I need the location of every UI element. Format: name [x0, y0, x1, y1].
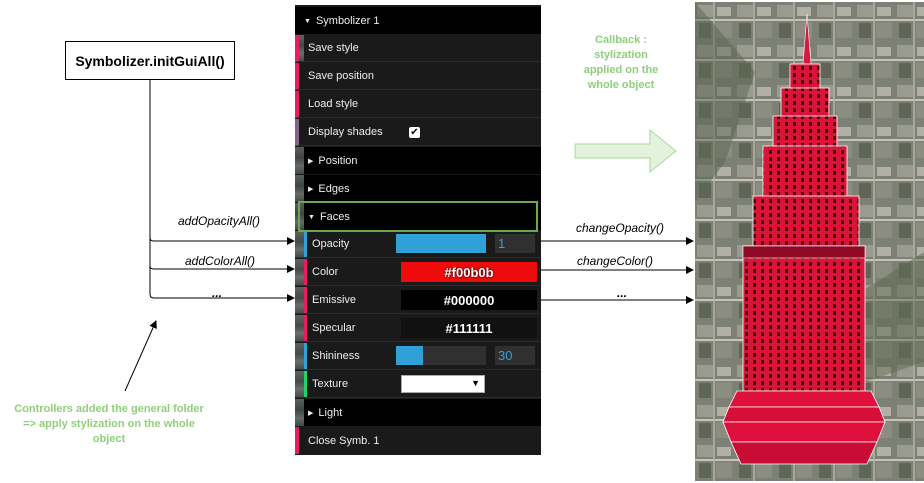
- display-shades-row: Display shades ✔: [295, 119, 541, 146]
- add-opacity-all-label: addOpacityAll(): [178, 214, 261, 228]
- map-strip: [295, 287, 304, 313]
- specular-input[interactable]: #111111: [401, 318, 537, 338]
- color-input[interactable]: #f00b0b: [401, 262, 537, 282]
- faces-folder[interactable]: ▼ Faces: [295, 203, 541, 230]
- light-folder[interactable]: ▶ Light: [295, 399, 541, 426]
- triangle-down-icon: ▼: [304, 17, 311, 25]
- triangle-right-icon: ▶: [308, 409, 314, 417]
- shininess-slider[interactable]: [396, 346, 486, 365]
- texture-row: Texture ▼: [295, 371, 541, 398]
- emissive-input[interactable]: #000000: [401, 290, 537, 310]
- symbolizer-title: Symbolizer 1: [315, 14, 380, 27]
- opacity-slider-fill: [396, 234, 486, 253]
- controllers-note: Controllers added the general folder => …: [14, 403, 204, 445]
- opacity-row: Opacity 1: [295, 231, 541, 258]
- building-render: [695, 2, 924, 481]
- color-row: Color #f00b0b: [295, 259, 541, 286]
- display-shades-checkbox[interactable]: ✔: [409, 127, 420, 138]
- add-color-all-label: addColorAll(): [185, 254, 256, 268]
- texture-select[interactable]: ▼: [401, 375, 485, 393]
- specular-label: Specular: [312, 322, 356, 334]
- map-strip: [295, 175, 304, 202]
- color-label: Color: [312, 266, 339, 278]
- display-shades-label: Display shades: [308, 126, 383, 138]
- change-opacity-label: changeOpacity(): [576, 221, 665, 235]
- position-folder[interactable]: ▶ Position: [295, 147, 541, 174]
- map-strip: [295, 231, 304, 257]
- map-strip: [295, 371, 304, 397]
- map-strip: [295, 343, 304, 369]
- map-strip: [295, 147, 304, 174]
- close-symbolizer-label: Close Symb. 1: [308, 434, 380, 447]
- map-strip: [295, 203, 304, 230]
- triangle-down-icon: ▼: [308, 213, 315, 221]
- light-folder-label: Light: [318, 406, 343, 419]
- save-style-button[interactable]: Save style: [295, 35, 541, 62]
- right-arrow-icon: [574, 128, 677, 174]
- opacity-input[interactable]: 1: [495, 234, 535, 253]
- faces-folder-label: Faces: [319, 210, 350, 223]
- aerial-3d-view: [695, 2, 924, 481]
- dropdown-arrow-icon: ▼: [471, 378, 480, 388]
- map-strip: [295, 399, 304, 426]
- load-style-button[interactable]: Load style: [295, 91, 541, 118]
- callback-note: Callback : stylization applied on the wh…: [583, 34, 659, 91]
- shininess-row: Shininess 30: [295, 343, 541, 370]
- change-more-label: ...: [617, 286, 628, 300]
- add-more-label: ...: [212, 286, 223, 300]
- emissive-row: Emissive #000000: [295, 287, 541, 314]
- load-style-label: Load style: [308, 98, 359, 110]
- texture-label: Texture: [312, 378, 349, 390]
- left-connectors: [124, 80, 295, 392]
- save-style-label: Save style: [308, 42, 359, 54]
- opacity-label: Opacity: [312, 238, 350, 250]
- change-color-label: changeColor(): [577, 254, 654, 268]
- shininess-input[interactable]: 30: [495, 346, 535, 365]
- edges-folder[interactable]: ▶ Edges: [295, 175, 541, 202]
- shininess-label: Shininess: [312, 350, 360, 362]
- save-position-label: Save position: [308, 70, 375, 82]
- map-strip: [295, 259, 304, 285]
- note-pointer-arrow: [124, 320, 157, 392]
- position-folder-label: Position: [318, 154, 358, 167]
- symbolizer-gui-panel: ▼ Symbolizer 1 Save style Save position L…: [295, 5, 541, 455]
- triangle-right-icon: ▶: [308, 157, 314, 165]
- triangle-right-icon: ▶: [308, 185, 314, 193]
- edges-folder-label: Edges: [318, 182, 350, 195]
- symbolizer-folder-header[interactable]: ▼ Symbolizer 1: [295, 7, 541, 34]
- map-strip: [299, 35, 304, 61]
- save-position-button[interactable]: Save position: [295, 63, 541, 90]
- close-symbolizer-button[interactable]: Close Symb. 1: [295, 427, 541, 454]
- map-strip: [295, 315, 304, 341]
- init-gui-all-box: Symbolizer.initGuiAll(): [65, 41, 235, 80]
- opacity-slider[interactable]: [396, 234, 486, 253]
- shininess-slider-fill: [396, 346, 423, 365]
- specular-row: Specular #111111: [295, 315, 541, 342]
- emissive-label: Emissive: [312, 294, 357, 306]
